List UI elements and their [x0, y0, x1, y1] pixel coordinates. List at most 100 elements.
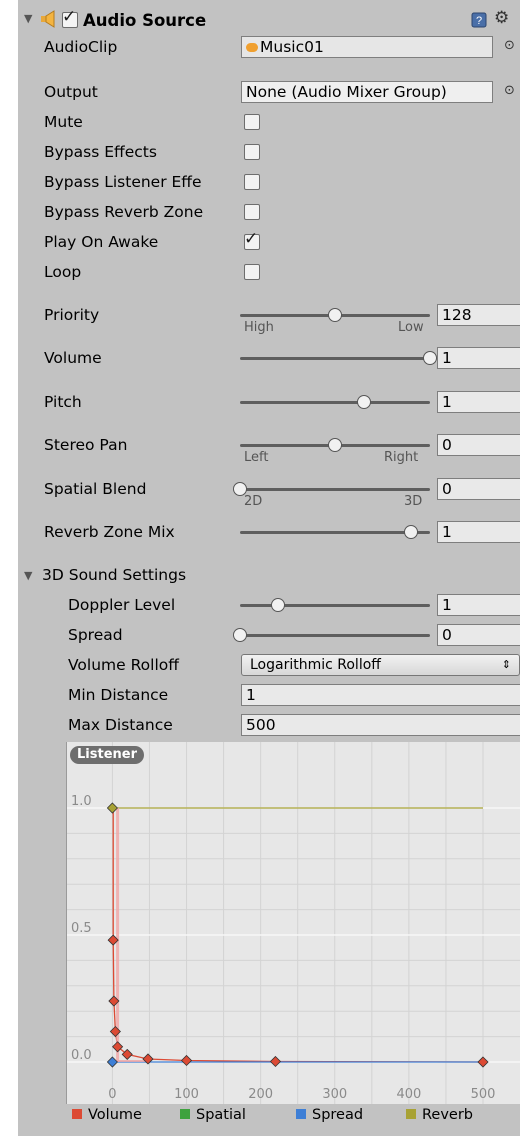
output-value: None (Audio Mixer Group): [246, 83, 447, 101]
legend-item-spatial[interactable]: Spatial: [180, 1107, 246, 1123]
volume-slider-knob[interactable]: [423, 351, 437, 365]
foldout-arrow-icon[interactable]: ▼: [24, 569, 32, 582]
bypass-effects-label: Bypass Effects: [44, 143, 157, 161]
bypass-reverb-checkbox[interactable]: [244, 204, 260, 220]
dropdown-arrows-icon: ⇕: [501, 658, 511, 671]
rolloff-chart-svg[interactable]: 0.0 0.5 1.0 0 100 200 300 400 500: [67, 742, 520, 1104]
key-volume[interactable]: [477, 1056, 489, 1068]
stereo-pan-label: Stereo Pan: [44, 436, 128, 454]
legend-swatch-reverb: [406, 1109, 416, 1119]
spatial-blend-field[interactable]: 0: [437, 478, 520, 500]
priority-slider-knob[interactable]: [328, 308, 342, 322]
output-row: Output None (Audio Mixer Group) ⊙: [18, 80, 520, 106]
legend-swatch-spread: [296, 1109, 306, 1119]
pitch-slider[interactable]: [240, 395, 430, 409]
object-picker-icon[interactable]: ⊙: [504, 38, 515, 53]
key-reverb[interactable]: [106, 802, 118, 814]
chart-legend: Volume Spatial Spread Reverb: [68, 1104, 520, 1128]
reverb-zone-mix-slider-knob[interactable]: [404, 525, 418, 539]
bypass-effects-checkbox[interactable]: [244, 144, 260, 160]
object-picker-icon[interactable]: ⊙: [504, 83, 515, 98]
sound3d-foldout[interactable]: ▼ 3D Sound Settings: [18, 563, 520, 589]
legend-label-spread: Spread: [312, 1107, 364, 1123]
listener-badge: Listener: [70, 746, 144, 764]
spread-row: Spread 0: [18, 623, 520, 649]
svg-text:?: ?: [476, 15, 482, 27]
doppler-label: Doppler Level: [68, 596, 176, 614]
spatial-blend-max-label: 3D: [404, 494, 423, 509]
play-on-awake-row: Play On Awake ✓: [18, 229, 520, 256]
y-tick-label: 0.0: [71, 1048, 92, 1063]
legend-item-reverb[interactable]: Reverb: [406, 1107, 473, 1123]
spatial-blend-row: Spatial Blend 2D 3D 0: [18, 477, 520, 509]
mute-checkbox[interactable]: [244, 114, 260, 130]
priority-slider[interactable]: [240, 308, 430, 322]
key-volume[interactable]: [180, 1054, 193, 1067]
audio-clip-icon: [246, 43, 258, 52]
reverb-zone-mix-field[interactable]: 1: [437, 521, 520, 543]
loop-checkbox[interactable]: [244, 264, 260, 280]
volume-rolloff-value: Logarithmic Rolloff: [250, 657, 381, 673]
rolloff-graph[interactable]: 0.0 0.5 1.0 0 100 200 300 400 500 Listener: [66, 742, 520, 1104]
bypass-listener-row: Bypass Listener Effe: [18, 170, 520, 196]
legend-item-spread[interactable]: Spread: [296, 1107, 363, 1123]
stereo-pan-slider[interactable]: [240, 438, 430, 452]
key-spread[interactable]: [106, 1056, 118, 1068]
component-header[interactable]: ▼ ✓ Audio Source ? ⚙: [18, 7, 520, 35]
doppler-slider-knob[interactable]: [271, 598, 285, 612]
stereo-pan-field[interactable]: 0: [437, 434, 520, 456]
spread-field[interactable]: 0: [437, 624, 520, 646]
bypass-effects-row: Bypass Effects: [18, 140, 520, 166]
priority-max-label: Low: [398, 320, 424, 335]
max-distance-row: Max Distance 500: [18, 713, 520, 739]
help-book-icon[interactable]: ?: [471, 12, 487, 32]
stereo-pan-min-label: Left: [244, 450, 269, 465]
priority-field[interactable]: 128: [437, 304, 520, 326]
reverb-zone-mix-slider[interactable]: [240, 525, 430, 539]
gear-icon[interactable]: ⚙: [494, 8, 509, 28]
pitch-slider-knob[interactable]: [356, 395, 371, 409]
stereo-pan-max-label: Right: [384, 450, 419, 465]
pitch-field[interactable]: 1: [437, 391, 520, 413]
min-distance-label: Min Distance: [68, 686, 169, 704]
inspector-panel: ▼ ✓ Audio Source ? ⚙ AudioClip Music01 ⊙…: [18, 0, 520, 1136]
listener-badge-text: Listener: [77, 747, 137, 762]
mute-row: Mute: [18, 110, 520, 136]
output-field[interactable]: None (Audio Mixer Group): [241, 81, 493, 103]
spatial-blend-slider[interactable]: [233, 482, 430, 496]
reverb-zone-mix-label: Reverb Zone Mix: [44, 523, 175, 541]
foldout-arrow-icon[interactable]: ▼: [24, 12, 32, 25]
bypass-listener-checkbox[interactable]: [244, 174, 260, 190]
doppler-field[interactable]: 1: [437, 594, 520, 616]
bypass-listener-label: Bypass Listener Effe: [44, 173, 202, 191]
volume-field[interactable]: 1: [437, 347, 520, 369]
min-distance-field[interactable]: 1: [241, 684, 520, 706]
volume-rolloff-row: Volume Rolloff Logarithmic Rolloff ⇕: [18, 653, 520, 679]
audioclip-value: Music01: [260, 38, 324, 56]
audioclip-label: AudioClip: [44, 38, 118, 56]
loop-label: Loop: [44, 263, 82, 281]
spatial-blend-min-label: 2D: [244, 494, 263, 509]
stereo-pan-slider-knob[interactable]: [328, 438, 342, 452]
bypass-reverb-row: Bypass Reverb Zone: [18, 200, 520, 226]
x-tick-label: 400: [396, 1087, 421, 1102]
max-distance-label: Max Distance: [68, 716, 173, 734]
volume-slider[interactable]: [240, 351, 437, 365]
play-on-awake-checkbox[interactable]: ✓: [244, 229, 260, 250]
x-tick-label: 200: [248, 1087, 273, 1102]
enabled-checkbox[interactable]: ✓: [62, 7, 78, 28]
x-tick-label: 500: [471, 1087, 496, 1102]
priority-row: Priority High Low 128: [18, 303, 520, 335]
legend-swatch-volume: [72, 1109, 82, 1119]
priority-label: Priority: [44, 306, 100, 324]
spread-slider-knob[interactable]: [233, 628, 247, 642]
spread-slider[interactable]: [233, 628, 430, 642]
audioclip-field[interactable]: Music01: [241, 36, 493, 58]
volume-rolloff-dropdown[interactable]: Logarithmic Rolloff ⇕: [241, 654, 520, 676]
doppler-slider[interactable]: [240, 598, 430, 612]
mute-label: Mute: [44, 113, 83, 131]
play-on-awake-label: Play On Awake: [44, 233, 159, 251]
max-distance-field[interactable]: 500: [241, 714, 520, 736]
key-volume[interactable]: [269, 1055, 282, 1068]
legend-item-volume[interactable]: Volume: [72, 1107, 142, 1123]
